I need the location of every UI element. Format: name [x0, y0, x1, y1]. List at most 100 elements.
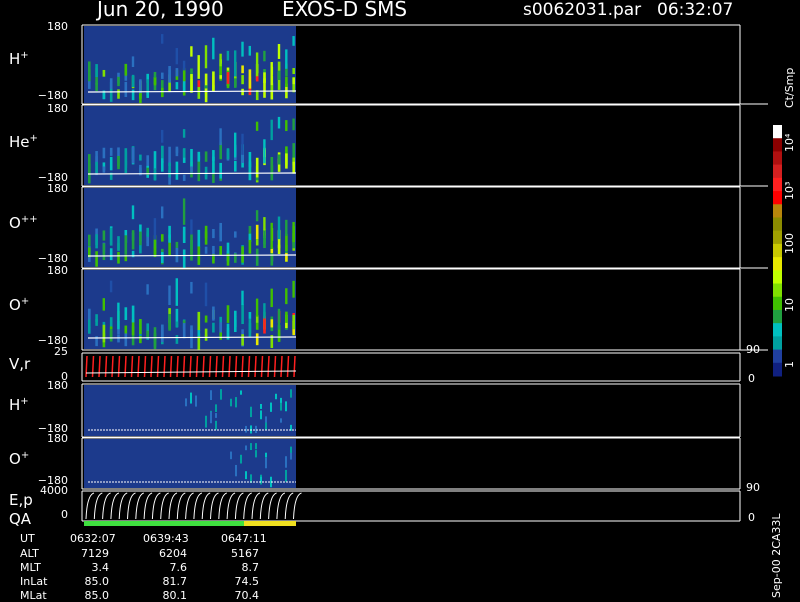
spectrogram-cell — [219, 322, 222, 333]
spectrogram-cell — [190, 234, 193, 253]
colorbar-segment — [773, 191, 782, 205]
ephem-value: 7.6 — [169, 561, 188, 574]
spectrogram-cell — [285, 49, 288, 69]
spectrogram-cell — [265, 458, 267, 469]
colorbar-segment — [773, 309, 782, 324]
spectrogram-cell — [292, 36, 295, 46]
spectrogram-cell — [219, 53, 222, 67]
spectrogram-cell — [292, 118, 295, 131]
spectrogram-cell — [277, 154, 281, 165]
spectrogram-cell — [161, 129, 164, 143]
spectrogram-cell — [102, 243, 106, 261]
spectrogram-cell — [285, 233, 288, 251]
spectrogram-cell — [161, 206, 164, 219]
spectrogram-cell — [204, 282, 208, 307]
spectrogram-cell — [161, 160, 164, 172]
colorbar-tick: 10⁴ — [783, 133, 796, 152]
spectrogram-cell — [175, 321, 179, 328]
spectrogram-cell — [235, 464, 237, 477]
spectrogram-cell — [245, 471, 247, 480]
spectrogram-cell — [190, 393, 192, 404]
spectrogram-cell — [190, 219, 193, 235]
spectrogram-cell — [265, 416, 267, 423]
panel-label-o-plus-2: O+ — [9, 450, 30, 468]
spectrogram-cell — [226, 50, 230, 61]
spectrogram-cell — [190, 74, 193, 93]
ephem-label: ALT — [20, 547, 39, 560]
spectrogram-cell — [226, 149, 230, 160]
spectrogram-cell — [190, 166, 193, 173]
spectrogram-cell — [255, 52, 259, 77]
spectrogram-cell — [95, 161, 98, 174]
spectrogram-cell — [285, 219, 288, 236]
spectrogram-cell — [248, 239, 252, 254]
spectrogram-cell — [241, 334, 244, 346]
spectrogram-cell — [285, 469, 287, 482]
spectrogram-cell — [102, 298, 105, 311]
spectrogram-cell — [124, 307, 128, 320]
spectrogram-cell — [190, 148, 193, 168]
spectrogram-cell — [175, 146, 179, 153]
spectrogram-cell — [212, 322, 215, 333]
spectrogram-cell — [182, 129, 186, 138]
spectrogram-cell — [117, 76, 120, 87]
colorbar-segment — [773, 270, 782, 285]
spectrogram-cell — [270, 119, 273, 141]
spectrogram-cell — [102, 166, 106, 173]
tick-label: 180 — [47, 182, 68, 195]
spectrogram-cell — [260, 476, 262, 482]
spectrogram-cell — [263, 50, 266, 62]
spectrogram-cell — [182, 148, 186, 158]
spectrogram-cell — [175, 335, 179, 344]
spectrogram-cell — [285, 288, 288, 305]
spectrogram-cell — [285, 153, 288, 169]
spectrogram-cell — [263, 316, 266, 334]
footer-rotated-label: Sep-00 2CA33L — [770, 513, 783, 598]
colorbar-segment — [773, 257, 782, 271]
spectrogram-cell — [280, 397, 282, 403]
spectrogram-cell — [124, 235, 128, 255]
ephem-value: 81.7 — [162, 575, 188, 588]
spectrogram-cell — [240, 390, 242, 395]
spectrogram-cell — [161, 324, 164, 343]
spectrogram-cell — [109, 280, 113, 293]
tick-label: 25 — [54, 345, 68, 358]
spectrogram-cell — [292, 280, 295, 298]
spectrogram-cell — [182, 174, 186, 181]
vr-line-series — [85, 355, 296, 378]
spectrogram-cell — [102, 230, 106, 241]
spectrogram-cell — [285, 120, 288, 132]
panel-label-h-plus-2: H+ — [9, 396, 29, 414]
spectrogram-cell — [290, 389, 292, 398]
spectrogram-cell — [234, 231, 237, 238]
tick-label: 4000 — [40, 484, 68, 497]
spectrogram-cell — [197, 151, 201, 161]
spectrogram-cell — [255, 224, 259, 239]
spectrogram-cell — [95, 251, 98, 267]
spectrogram-cell — [88, 308, 91, 320]
spectrogram-cell — [109, 248, 113, 261]
spectrogram-cell — [195, 401, 197, 407]
spectrogram-cell — [255, 248, 259, 266]
spectrogram-cell — [168, 234, 171, 243]
spectrogram-cell — [204, 88, 208, 103]
colorbar-segment — [773, 138, 782, 152]
spectrogram-cell — [277, 308, 281, 330]
spectrogram-cell — [210, 411, 212, 424]
ephem-value: 0647:11 — [221, 532, 267, 545]
spectrogram-cell — [124, 81, 128, 98]
spectrogram-cell — [168, 162, 171, 178]
colorbar-segment — [773, 204, 782, 218]
spectrogram-cell — [280, 418, 282, 423]
tick-label: 180 — [47, 20, 68, 33]
colorbar-tick: 10 — [783, 298, 796, 312]
spectrogram-cell — [117, 302, 120, 330]
spectrogram-cell — [117, 89, 120, 99]
spectrogram-cell — [292, 242, 295, 249]
spectrogram-cell — [190, 46, 193, 57]
spectrogram-cell — [235, 397, 237, 408]
colorbar-segment — [773, 125, 782, 139]
spectrogram-cell — [248, 161, 252, 181]
spectrogram-cell — [290, 452, 292, 460]
spectrogram-cell — [139, 79, 142, 94]
